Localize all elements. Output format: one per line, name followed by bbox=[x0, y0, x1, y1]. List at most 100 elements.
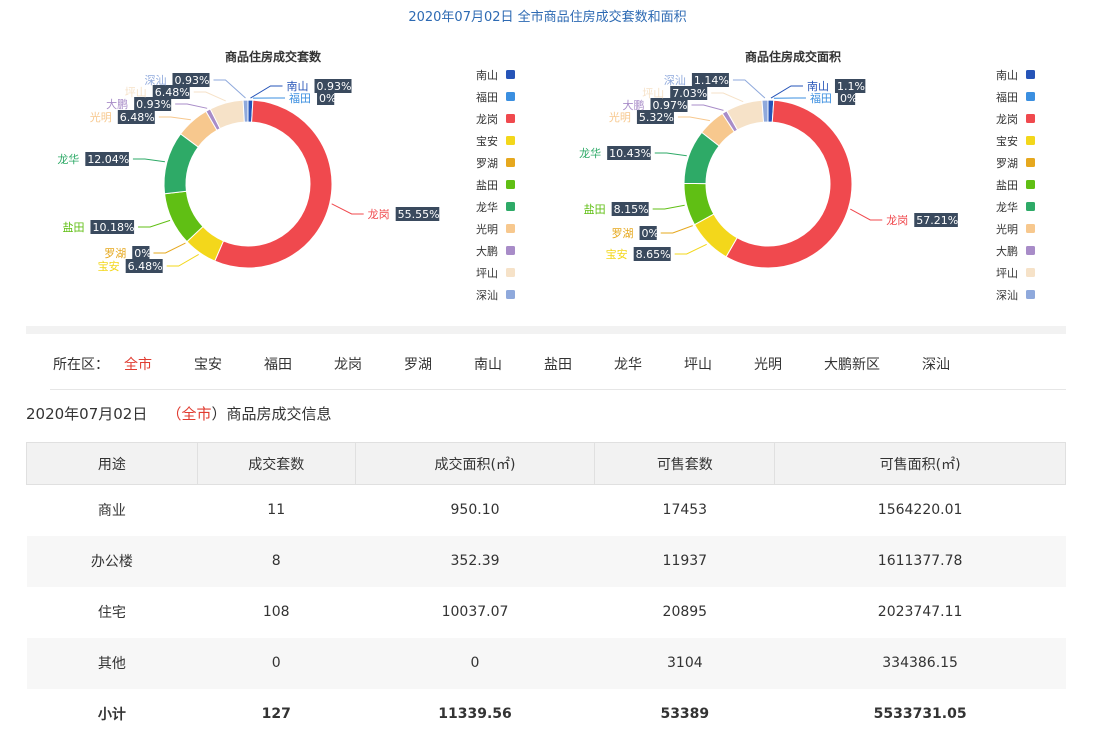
label-name-4: 罗湖 bbox=[104, 247, 126, 260]
section-divider bbox=[26, 326, 1066, 334]
legend-item-6[interactable]: 龙华 bbox=[476, 200, 498, 214]
label-value-2: 55.55% bbox=[398, 208, 440, 221]
filter-item-shenshan[interactable]: 深汕 bbox=[922, 354, 950, 374]
legend-item-2[interactable]: 龙岗 bbox=[476, 113, 498, 126]
legend-swatch-1 bbox=[1026, 92, 1035, 101]
label-value-5: 8.15% bbox=[614, 203, 649, 216]
label-name-8: 大鹏 bbox=[106, 97, 128, 111]
pie-chart-count: 商品住房成交套数南山 0.93%福田 0%龙岗 55.55%宝安 6.48%罗湖 0%盐田… bbox=[57, 49, 515, 302]
filter-item-longhua[interactable]: 龙华 bbox=[614, 354, 642, 374]
legend-item-7[interactable]: 光明 bbox=[996, 222, 1018, 236]
legend-item-8[interactable]: 大鹏 bbox=[996, 244, 1018, 258]
label-line-0 bbox=[250, 85, 283, 99]
legend-item-3[interactable]: 宝安 bbox=[476, 134, 498, 148]
table-cell: 0 bbox=[355, 637, 595, 689]
legend-item-7[interactable]: 光明 bbox=[476, 222, 498, 236]
label-line-8 bbox=[175, 103, 208, 109]
table-total-row: 小计 127 11339.56 53389 5533731.05 bbox=[27, 689, 1066, 740]
label-line-2 bbox=[850, 208, 883, 221]
label-line-3 bbox=[166, 254, 199, 267]
legend-item-9[interactable]: 坪山 bbox=[996, 267, 1018, 280]
table-row: 商业 11 950.10 17453 1564220.01 bbox=[27, 485, 1066, 536]
label-name-1: 福田 bbox=[289, 91, 311, 105]
label-value-6: 10.43% bbox=[609, 147, 651, 160]
section-close-paren: ） bbox=[211, 405, 227, 423]
legend-swatch-3 bbox=[1026, 136, 1035, 145]
filter-item-pingshan[interactable]: 坪山 bbox=[684, 354, 712, 374]
filter-item-luohu[interactable]: 罗湖 bbox=[404, 354, 432, 374]
legend-item-6[interactable]: 龙华 bbox=[996, 200, 1018, 214]
label-line-2 bbox=[331, 203, 364, 215]
legend-item-4[interactable]: 罗湖 bbox=[476, 157, 498, 170]
table-cell: 53389 bbox=[660, 706, 710, 722]
slice-10[interactable] bbox=[761, 99, 769, 123]
filter-item-futian[interactable]: 福田 bbox=[264, 354, 292, 374]
legend-item-2[interactable]: 龙岗 bbox=[996, 113, 1018, 126]
label-line-7 bbox=[677, 116, 711, 122]
label-line-0 bbox=[770, 85, 803, 99]
label-name-2: 龙岗 bbox=[368, 208, 390, 221]
filter-item-nanshan[interactable]: 南山 bbox=[474, 354, 502, 374]
label-value-8: 0.93% bbox=[136, 98, 171, 111]
filter-item-longgang[interactable]: 龙岗 bbox=[334, 354, 362, 374]
label-value-3: 6.48% bbox=[128, 260, 163, 273]
section-district: 全市 bbox=[181, 405, 212, 423]
filter-item-all[interactable]: 全市 bbox=[124, 354, 152, 374]
label-line-4 bbox=[660, 225, 693, 234]
legend-swatch-7 bbox=[506, 224, 515, 233]
table-cell: 0 bbox=[197, 637, 356, 689]
legend-swatch-1 bbox=[506, 92, 515, 101]
label-line-5 bbox=[652, 204, 685, 210]
label-value-4: 0% bbox=[642, 227, 659, 240]
table-cell: 5533731.05 bbox=[873, 706, 967, 722]
section-title: 2020年07月02日 （全市）商品房成交信息 bbox=[26, 403, 332, 424]
label-value-1: 0% bbox=[319, 92, 336, 105]
table-cell: 950.10 bbox=[450, 502, 500, 519]
legend-item-9[interactable]: 坪山 bbox=[476, 267, 498, 280]
label-value-8: 0.97% bbox=[653, 99, 688, 112]
label-line-6 bbox=[654, 152, 687, 157]
slice-10[interactable] bbox=[242, 99, 249, 123]
legend-item-5[interactable]: 盐田 bbox=[996, 179, 1018, 192]
legend-item-1[interactable]: 福田 bbox=[996, 90, 1018, 104]
filter-item-yantian[interactable]: 盐田 bbox=[544, 354, 572, 374]
legend-item-8[interactable]: 大鹏 bbox=[476, 244, 498, 258]
table-cell: 住宅 bbox=[97, 605, 126, 621]
filter-item-baoan[interactable]: 宝安 bbox=[194, 354, 222, 374]
legend-swatch-3 bbox=[506, 136, 515, 145]
table-cell: 其他 bbox=[26, 637, 198, 689]
label-name-7: 光明 bbox=[90, 110, 112, 124]
table-cell: 3104 bbox=[594, 637, 775, 689]
label-line-8 bbox=[691, 104, 724, 111]
header-deal-area: 成交面积(㎡) bbox=[354, 442, 596, 485]
label-value-6: 12.04% bbox=[87, 153, 129, 166]
label-name-6: 龙华 bbox=[57, 152, 79, 166]
filter-item-guangming[interactable]: 光明 bbox=[754, 354, 782, 374]
table-cell: 商业 bbox=[97, 503, 126, 520]
label-name-8: 大鹏 bbox=[623, 98, 645, 112]
legend-swatch-4 bbox=[506, 158, 515, 167]
slice-2[interactable] bbox=[214, 99, 333, 269]
legend-swatch-0 bbox=[506, 70, 515, 79]
label-line-10 bbox=[213, 79, 246, 99]
label-name-10: 深汕 bbox=[664, 74, 686, 87]
label-value-4: 0% bbox=[134, 247, 151, 260]
legend-item-0[interactable]: 南山 bbox=[996, 69, 1018, 82]
filter-item-dapeng[interactable]: 大鹏新区 bbox=[824, 354, 880, 374]
legend-item-5[interactable]: 盐田 bbox=[476, 179, 498, 192]
table-header-row: 用途 成交套数 成交面积(㎡) 可售套数 可售面积(㎡) bbox=[26, 442, 1066, 485]
legend-item-1[interactable]: 福田 bbox=[476, 90, 498, 104]
legend-item-3[interactable]: 宝安 bbox=[996, 134, 1018, 148]
table-row: 办公楼 8 352.39 11937 1611377.78 bbox=[26, 535, 1066, 587]
legend-item-10[interactable]: 深汕 bbox=[996, 289, 1018, 302]
legend-swatch-10 bbox=[506, 290, 515, 299]
legend-item-4[interactable]: 罗湖 bbox=[996, 157, 1018, 170]
table-cell: 108 bbox=[262, 604, 290, 620]
legend-item-0[interactable]: 南山 bbox=[476, 69, 498, 82]
legend-item-10[interactable]: 深汕 bbox=[476, 289, 498, 302]
page-title: 2020年07月02日 全市商品住房成交套数和面积 bbox=[408, 10, 687, 25]
label-name-9: 坪山 bbox=[125, 86, 147, 99]
header-usage: 用途 bbox=[26, 442, 198, 485]
section-open-paren: （ bbox=[166, 405, 182, 423]
table-cell: 11339.56 bbox=[438, 706, 512, 722]
